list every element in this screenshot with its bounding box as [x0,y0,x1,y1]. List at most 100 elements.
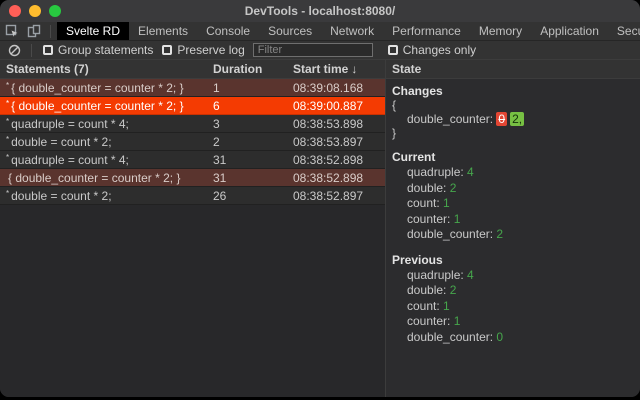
zoom-window-button[interactable] [49,5,61,17]
filter-input[interactable] [253,43,373,57]
changes-entry: double_counter: 02, [392,112,634,127]
start-time-value: 08:39:00.887 [287,99,385,113]
state-entry: counter: 1 [392,314,634,330]
tab-security[interactable]: Security [608,22,640,40]
statement-text: { double_counter = counter * 2; } [11,99,183,113]
state-entry: double_counter: 2 [392,227,634,243]
state-entry: quadruple: 4 [392,268,634,284]
previous-heading: Previous [392,253,634,268]
tab-application[interactable]: Application [531,22,608,40]
statement-text: double = count * 2; [11,189,111,203]
title-bar: DevTools - localhost:8080/ [0,0,640,22]
state-panel-body: Changes { double_counter: 02, } Current … [386,79,640,350]
start-time-value: 08:38:52.897 [287,189,385,203]
checkbox-label: Changes only [403,43,476,57]
state-value: 2 [496,227,503,241]
duration-value: 31 [207,171,287,185]
state-entry: count: 1 [392,196,634,212]
statements-empty-area [0,205,385,397]
duration-value: 26 [207,189,287,203]
state-entry: double_counter: 0 [392,330,634,346]
tab-svelte-rd[interactable]: Svelte RD [57,22,129,40]
open-brace: { [392,99,634,112]
state-entry: counter: 1 [392,212,634,228]
state-value: 2 [450,181,457,195]
reactive-marker: * [6,153,9,162]
statement-text: quadruple = count * 4; [11,153,129,167]
added-value-badge: 2, [510,112,524,126]
checkbox-label: Preserve log [177,43,244,57]
inspect-element-icon[interactable] [4,23,20,39]
statements-table-header: Statements (7) Duration Start time↓ [0,60,385,79]
duration-value: 31 [207,153,287,167]
state-entry: quadruple: 4 [392,165,634,181]
state-entry: double: 2 [392,181,634,197]
state-value: 4 [467,268,474,282]
state-value: 2 [450,283,457,297]
minimize-window-button[interactable] [29,5,41,17]
duration-value: 1 [207,81,287,95]
group-statements-checkbox[interactable]: Group statements [43,43,153,57]
duration-value: 3 [207,117,287,131]
start-time-value: 08:38:52.898 [287,171,385,185]
state-value: 1 [443,299,450,313]
column-header-start-time[interactable]: Start time↓ [287,62,385,76]
close-window-button[interactable] [9,5,21,17]
sort-descending-icon: ↓ [351,62,357,76]
statement-row[interactable]: *double = count * 2; 26 08:38:52.897 [0,187,385,205]
tab-performance[interactable]: Performance [383,22,470,40]
reactive-marker: * [6,135,9,144]
statement-text: quadruple = count * 4; [11,117,129,131]
tab-sources[interactable]: Sources [259,22,321,40]
state-entry: count: 1 [392,299,634,315]
devtools-window: DevTools - localhost:8080/ Svelte RD Ele… [0,0,640,397]
reactive-marker: * [6,117,9,126]
statement-row[interactable]: *double = count * 2; 2 08:38:53.897 [0,133,385,151]
statement-row-selected[interactable]: *{ double_counter = counter * 2; } 6 08:… [0,97,385,115]
statement-row[interactable]: *quadruple = count * 4; 3 08:38:53.898 [0,115,385,133]
statement-row[interactable]: *{ double_counter = counter * 2; } 1 08:… [0,79,385,97]
statement-text: double = count * 2; [11,135,111,149]
start-time-value: 08:38:52.898 [287,153,385,167]
removed-value-badge: 0 [496,112,507,126]
duration-value: 6 [207,99,287,113]
state-key: double_counter: [407,112,496,126]
checkbox-box [43,45,53,55]
changes-heading: Changes [392,84,634,99]
start-time-value: 08:38:53.897 [287,135,385,149]
panel-toolbar: Group statements Preserve log Changes on… [0,41,640,60]
state-value: 1 [454,314,461,328]
window-controls [9,5,61,17]
tab-memory[interactable]: Memory [470,22,531,40]
reactive-marker: * [6,189,9,198]
checkbox-label: Group statements [58,43,153,57]
device-toolbar-icon[interactable] [26,23,42,39]
statement-text: { double_counter = counter * 2; } [8,171,180,185]
column-header-duration[interactable]: Duration [207,62,287,76]
tab-elements[interactable]: Elements [129,22,197,40]
devtools-tab-bar: Svelte RD Elements Console Sources Netwo… [0,22,640,41]
preserve-log-checkbox[interactable]: Preserve log [162,43,244,57]
state-panel: State Changes { double_counter: 02, } Cu… [386,60,640,397]
reactive-marker: * [6,81,9,90]
divider [31,44,32,57]
reactive-marker: * [6,99,9,108]
divider [50,25,51,38]
state-value: 1 [454,212,461,226]
state-entry: double: 2 [392,283,634,299]
tab-console[interactable]: Console [197,22,259,40]
close-brace: } [392,127,634,140]
tab-network[interactable]: Network [321,22,383,40]
statement-row[interactable]: *quadruple = count * 4; 31 08:38:52.898 [0,151,385,169]
state-value: 1 [443,196,450,210]
statement-row[interactable]: { double_counter = counter * 2; } 31 08:… [0,169,385,187]
changes-only-checkbox[interactable]: Changes only [388,43,476,57]
clear-log-icon[interactable] [8,44,21,57]
state-value: 0 [496,330,503,344]
current-heading: Current [392,150,634,165]
checkbox-box [162,45,172,55]
statements-panel: Statements (7) Duration Start time↓ *{ d… [0,60,386,397]
checkbox-box [388,45,398,55]
column-header-statements[interactable]: Statements (7) [0,62,207,76]
start-time-value: 08:39:08.168 [287,81,385,95]
